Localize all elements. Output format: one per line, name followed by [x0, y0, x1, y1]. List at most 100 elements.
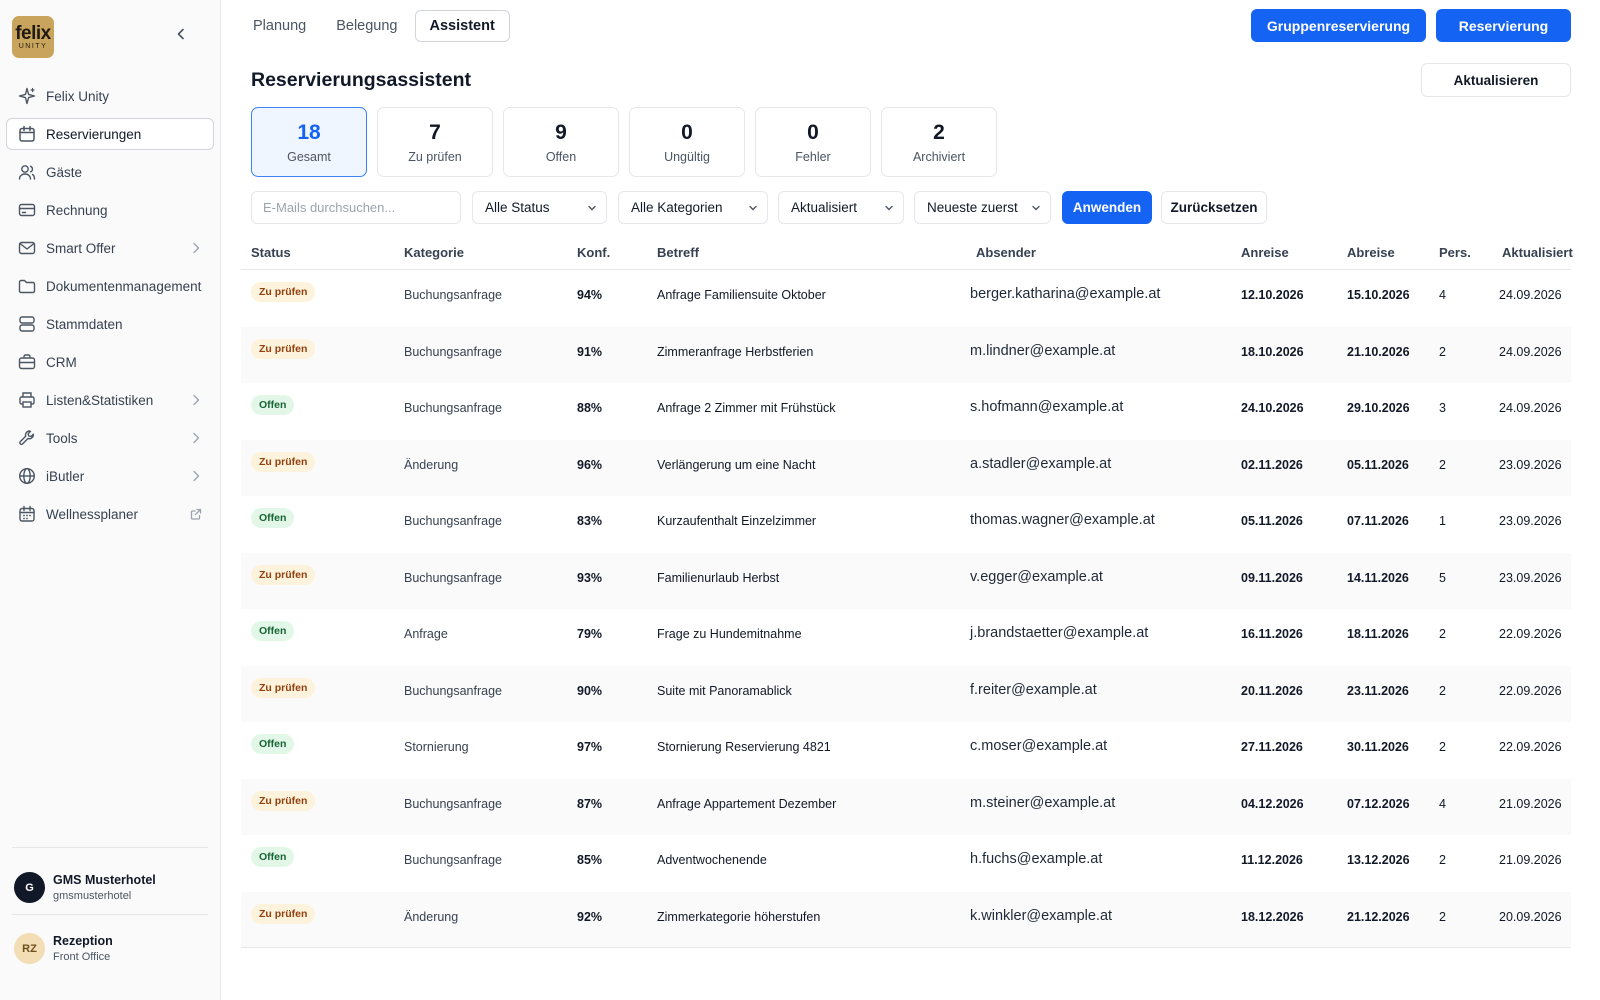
sidebar-item-stammdaten[interactable]: Stammdaten [6, 308, 214, 340]
departure-cell: 15.10.2026 [1347, 288, 1410, 302]
sidebar-item-felix-unity[interactable]: Felix Unity [6, 80, 214, 112]
column-header[interactable]: Betreff [657, 245, 699, 260]
table-row[interactable]: Zu prüfen Buchungsanfrage 87% Anfrage Appar… [241, 778, 1571, 835]
updated-cell: 23.09.2026 [1499, 514, 1562, 528]
sidebar-item-crm[interactable]: CRM [6, 346, 214, 378]
mail-icon [17, 238, 37, 258]
updated-cell: 22.09.2026 [1499, 683, 1562, 698]
date-field-select[interactable]: Aktualisiert [778, 191, 904, 224]
refresh-button[interactable]: Aktualisieren [1421, 63, 1571, 97]
category-cell: Buchungsanfrage [404, 570, 502, 585]
sidebar-item-gäste[interactable]: Gäste [6, 156, 214, 188]
status-filter-select[interactable]: Alle Status [472, 191, 607, 224]
arrival-cell: 27.11.2026 [1241, 740, 1303, 754]
arrival-cell: 04.12.2026 [1241, 796, 1304, 811]
table-row[interactable]: Offen Anfrage 79% Frage zu Hundemitnahme j.b… [241, 609, 1571, 666]
sender-cell: f.reiter@example.at [970, 681, 1097, 698]
status-badge: Offen [251, 508, 295, 528]
sidebar-item-reservierungen[interactable]: Reservierungen [6, 118, 214, 150]
stat-label: Ungültig [664, 149, 710, 164]
stat-card-ungültig[interactable]: 0 Ungültig [629, 107, 745, 177]
table-row[interactable]: Zu prüfen Änderung 96% Verlängerung um eine… [241, 439, 1571, 496]
stat-card-zu-prüfen[interactable]: 7 Zu prüfen [377, 107, 493, 177]
updated-cell: 23.09.2026 [1499, 457, 1562, 472]
table-row[interactable]: Zu prüfen Buchungsanfrage 91% Zimmeranfrage… [241, 326, 1571, 383]
user-account[interactable]: RZ Rezeption Front Office [14, 933, 113, 964]
category-cell: Buchungsanfrage [404, 853, 502, 867]
stat-card-offen[interactable]: 9 Offen [503, 107, 619, 177]
column-header[interactable]: Abreise [1347, 245, 1395, 260]
confidence-cell: 88% [577, 401, 603, 415]
sidebar-item-tools[interactable]: Tools [6, 422, 214, 454]
sidebar-item-ibutler[interactable]: iButler [6, 460, 214, 492]
table-row[interactable]: Offen Buchungsanfrage 83% Kurzaufenthalt Ei… [241, 496, 1571, 553]
column-header[interactable]: Anreise [1241, 245, 1289, 260]
departure-cell: 21.10.2026 [1347, 344, 1410, 359]
sender-cell: m.lindner@example.at [970, 342, 1116, 359]
reservation-button[interactable]: Reservierung [1436, 9, 1571, 42]
status-badge: Zu prüfen [251, 451, 316, 472]
tab-belegung[interactable]: Belegung [323, 10, 410, 42]
stat-card-fehler[interactable]: 0 Fehler [755, 107, 871, 177]
confidence-cell: 90% [577, 683, 603, 698]
apply-button[interactable]: Anwenden [1062, 191, 1152, 224]
table-row[interactable]: Zu prüfen Änderung 92% Zimmerkategorie höhe… [241, 891, 1571, 948]
departure-cell: 13.12.2026 [1347, 853, 1410, 867]
sidebar-item-smart-offer[interactable]: Smart Offer [6, 232, 214, 264]
table-row[interactable]: Zu prüfen Buchungsanfrage 94% Anfrage Famil… [241, 270, 1571, 327]
collapse-sidebar-button[interactable] [171, 24, 191, 44]
category-filter-select[interactable]: Alle Kategorien [618, 191, 768, 224]
reservation-table: Status Kategorie Konf. Betreff Absender Anrei… [241, 236, 1573, 948]
column-header[interactable]: Kategorie [404, 245, 464, 260]
category-cell: Änderung [404, 909, 459, 924]
stat-value: 9 [555, 120, 567, 144]
tab-planung[interactable]: Planung [240, 10, 319, 42]
reset-button[interactable]: Zurücksetzen [1161, 191, 1267, 224]
sidebar-item-label: iButler [46, 468, 85, 484]
chevron-down-icon [884, 203, 894, 213]
table-row[interactable]: Zu prüfen Buchungsanfrage 93% Familienurlau… [241, 552, 1571, 609]
sender-cell: berger.katharina@example.at [970, 286, 1161, 302]
sidebar-item-label: Listen&Statistiken [46, 392, 154, 408]
sidebar-item-rechnung[interactable]: Rechnung [6, 194, 214, 226]
stat-card-gesamt[interactable]: 18 Gesamt [251, 107, 367, 177]
tab-assistent[interactable]: Assistent [414, 10, 510, 42]
column-header[interactable]: Aktualisiert [1502, 245, 1573, 260]
table-row[interactable]: Offen Stornierung 97% Stornierung Reservier… [241, 722, 1571, 779]
arrival-cell: 12.10.2026 [1241, 288, 1304, 302]
table-row[interactable]: Offen Buchungsanfrage 85% Adventwochenende h… [241, 835, 1571, 892]
briefcase-icon [17, 352, 37, 372]
sender-cell: k.winkler@example.at [970, 907, 1113, 924]
hotel-account[interactable]: G GMS Musterhotel gmsmusterhotel [14, 872, 156, 903]
subject-cell: Stornierung Reservierung 4821 [657, 740, 831, 754]
sidebar-item-label: Gäste [46, 164, 83, 180]
calendar-grid-icon [17, 504, 37, 524]
sidebar-item-dokumentenmanagement[interactable]: Dokumentenmanagement [6, 270, 214, 302]
chevron-down-icon [748, 203, 758, 213]
stat-card-archiviert[interactable]: 2 Archiviert [881, 107, 997, 177]
category-cell: Buchungsanfrage [404, 796, 502, 811]
user-name: Rezeption [53, 934, 113, 948]
database-icon [17, 314, 37, 334]
column-header[interactable]: Absender [976, 245, 1036, 260]
category-cell: Stornierung [404, 740, 469, 754]
persons-cell: 1 [1439, 514, 1446, 528]
group-reservation-button[interactable]: Gruppenreservierung [1251, 9, 1426, 42]
persons-cell: 2 [1439, 909, 1446, 924]
stat-value: 7 [429, 120, 441, 144]
column-header[interactable]: Status [251, 245, 291, 260]
chevron-right-icon [189, 393, 203, 407]
column-header[interactable]: Pers. [1439, 245, 1471, 260]
table-row[interactable]: Zu prüfen Buchungsanfrage 90% Suite mit Pan… [241, 665, 1571, 722]
sidebar-item-listen-statistiken[interactable]: Listen&Statistiken [6, 384, 214, 416]
search-input[interactable] [251, 191, 461, 224]
sort-select[interactable]: Neueste zuerst [914, 191, 1051, 224]
persons-cell: 2 [1439, 683, 1446, 698]
sidebar-item-wellnessplaner[interactable]: Wellnessplaner [6, 498, 214, 530]
table-row[interactable]: Offen Buchungsanfrage 88% Anfrage 2 Zimmer … [241, 383, 1571, 440]
departure-cell: 21.12.2026 [1347, 909, 1410, 924]
felix-unity-logo[interactable]: felix UNITY [12, 16, 54, 58]
departure-cell: 30.11.2026 [1347, 740, 1409, 754]
column-header[interactable]: Konf. [577, 245, 610, 260]
confidence-cell: 85% [577, 853, 603, 867]
